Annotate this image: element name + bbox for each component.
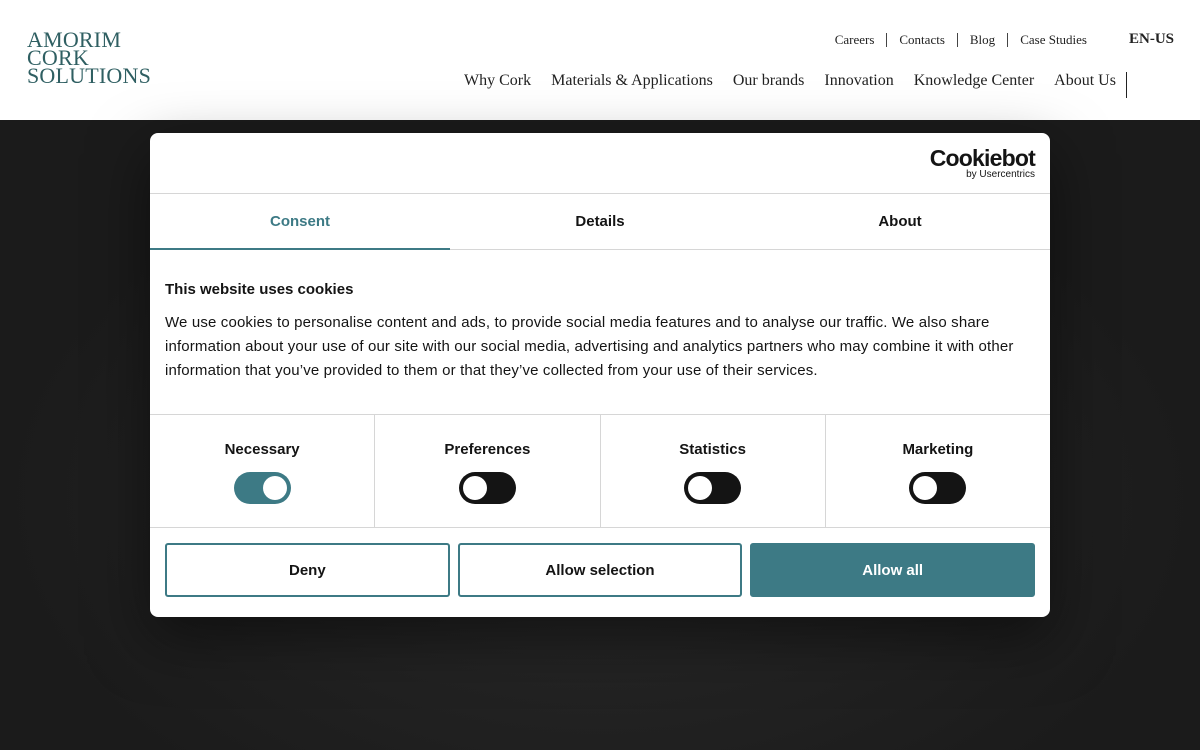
nav-our-brands[interactable]: Our brands [723, 72, 815, 90]
nav-why-cork[interactable]: Why Cork [454, 72, 541, 90]
toggle-label: Preferences [444, 441, 531, 458]
dialog-brand-bar: Cookiebot by Usercentrics [150, 133, 1050, 194]
consent-content: This website uses cookies We use cookies… [165, 281, 1035, 383]
nav-about-us[interactable]: About Us [1044, 72, 1126, 90]
switch-knob [913, 476, 938, 500]
switch-knob [462, 476, 487, 500]
statistics-switch[interactable] [684, 472, 742, 504]
deny-button[interactable]: Deny [165, 543, 450, 597]
logo[interactable]: AMORIM CORK SOLUTIONS [27, 29, 152, 88]
consent-toggles: Necessary Preferences Statistics Marketi… [150, 414, 1050, 528]
tab-consent[interactable]: Consent [150, 194, 450, 250]
dialog-body: We use cookies to personalise content an… [165, 314, 1014, 379]
toggle-preferences: Preferences [374, 415, 599, 527]
toggle-label: Marketing [902, 441, 974, 458]
allow-all-button[interactable]: Allow all [750, 543, 1036, 597]
cookiebot-name: Cookiebot [929, 145, 1036, 171]
toggle-marketing: Marketing [824, 415, 1050, 527]
cookiebot-logo[interactable]: Cookiebot by Usercentrics [929, 145, 1036, 181]
toggle-label: Necessary [224, 441, 300, 458]
toggle-necessary: Necessary [150, 415, 374, 527]
switch-knob [688, 476, 713, 500]
careers-link[interactable]: Careers [823, 33, 887, 47]
toggle-label: Statistics [679, 441, 746, 458]
marketing-switch[interactable] [909, 472, 967, 504]
nav-divider [1126, 72, 1127, 98]
preferences-switch[interactable] [458, 472, 516, 504]
case-studies-link[interactable]: Case Studies [1007, 33, 1099, 47]
tab-about[interactable]: About [750, 194, 1050, 249]
toggle-statistics: Statistics [599, 415, 825, 527]
tab-details[interactable]: Details [450, 194, 750, 249]
nav-knowledge-center[interactable]: Knowledge Center [904, 72, 1044, 90]
logo-line: SOLUTIONS [27, 63, 152, 88]
language-selector[interactable]: EN-US [1129, 31, 1174, 48]
switch-knob [262, 476, 287, 500]
nav-innovation[interactable]: Innovation [814, 72, 903, 90]
dialog-tabs: Consent Details About [150, 194, 1050, 250]
dialog-actions: Deny Allow selection Allow all [165, 543, 1036, 597]
blog-link[interactable]: Blog [956, 33, 1007, 47]
necessary-switch[interactable] [233, 472, 291, 504]
dialog-title: This website uses cookies [165, 281, 354, 298]
allow-selection-button[interactable]: Allow selection [457, 543, 743, 597]
cookie-consent-dialog: Cookiebot by Usercentrics Consent Detail… [150, 133, 1050, 617]
top-navigation: Careers Contacts Blog Case Studies [823, 32, 1099, 48]
main-navigation: Why Cork Materials & Applications Our br… [454, 72, 1126, 90]
contacts-link[interactable]: Contacts [886, 33, 957, 47]
nav-materials-applications[interactable]: Materials & Applications [541, 72, 723, 90]
site-header: AMORIM CORK SOLUTIONS Careers Contacts B… [0, 0, 1200, 120]
